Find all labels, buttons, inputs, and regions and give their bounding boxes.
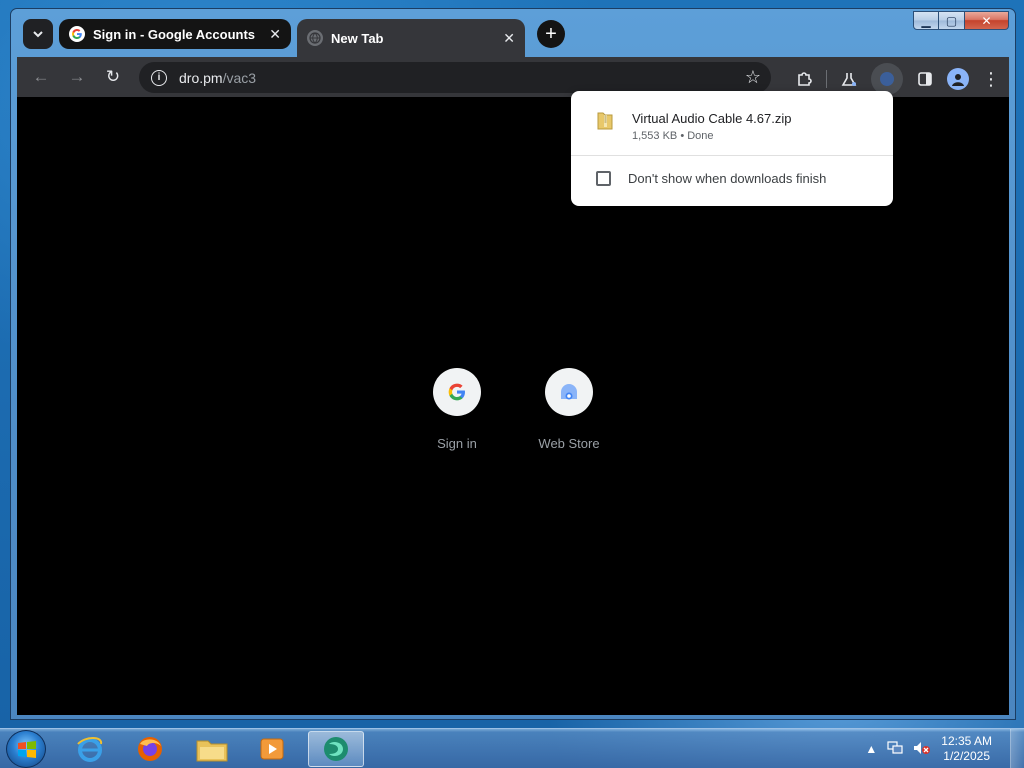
- close-tab-icon[interactable]: ✕: [503, 30, 515, 47]
- new-tab-button[interactable]: +: [537, 20, 565, 48]
- maximize-button[interactable]: ▢: [939, 11, 965, 30]
- tab-search-button[interactable]: [23, 19, 53, 49]
- download-icon: [880, 72, 894, 86]
- more-menu-icon[interactable]: ⋮: [977, 65, 1005, 93]
- shortcut-label: Sign in: [437, 436, 477, 451]
- firefox-icon[interactable]: [122, 731, 178, 767]
- labs-flask-icon[interactable]: [835, 65, 863, 93]
- show-desktop-button[interactable]: [1010, 729, 1024, 768]
- clock[interactable]: 12:35 AM 1/2/2025: [941, 734, 992, 764]
- system-tray: ▲ 12:35 AM 1/2/2025: [865, 729, 1024, 768]
- web-store-icon: [545, 368, 593, 416]
- google-g-icon: [433, 368, 481, 416]
- dont-show-checkbox[interactable]: [596, 171, 611, 186]
- extensions-puzzle-icon[interactable]: [790, 65, 818, 93]
- clock-time: 12:35 AM: [941, 734, 992, 748]
- side-panel-icon[interactable]: [911, 65, 939, 93]
- site-info-icon[interactable]: i: [151, 69, 167, 86]
- back-arrow-icon[interactable]: ←: [27, 63, 55, 91]
- taskbar: ▲ 12:35 AM 1/2/2025: [0, 728, 1024, 768]
- media-player-icon[interactable]: [244, 731, 300, 767]
- download-filename: Virtual Audio Cable 4.67.zip: [632, 111, 792, 126]
- minimize-button[interactable]: ▁: [913, 11, 939, 30]
- tab-new-tab[interactable]: New Tab ✕: [297, 19, 525, 57]
- chevron-down-icon: [33, 31, 43, 38]
- start-button[interactable]: [6, 730, 46, 768]
- toolbar-separator: [826, 70, 827, 88]
- tab-sign-in[interactable]: Sign in - Google Accounts ✕: [59, 19, 291, 49]
- shortcut-label: Web Store: [538, 436, 600, 451]
- shortcut-web-store[interactable]: Web Store: [519, 368, 619, 451]
- active-app-icon[interactable]: [308, 731, 364, 767]
- show-hidden-icons-icon[interactable]: ▲: [865, 742, 877, 756]
- dont-show-label: Don't show when downloads finish: [628, 171, 827, 186]
- internet-explorer-icon[interactable]: [62, 731, 118, 767]
- window-caption-buttons: ▁ ▢ ✕: [913, 11, 1009, 30]
- volume-muted-icon[interactable]: [913, 741, 931, 758]
- tab-title: Sign in - Google Accounts: [93, 26, 256, 42]
- close-window-button[interactable]: ✕: [965, 11, 1009, 30]
- tab-title: New Tab: [331, 30, 384, 46]
- forward-arrow-icon[interactable]: →: [63, 63, 91, 91]
- bookmark-star-icon[interactable]: ☆: [745, 67, 761, 88]
- clock-date: 1/2/2025: [943, 749, 990, 763]
- address-bar[interactable]: i dro.pm/vac3 ☆: [139, 62, 771, 93]
- shortcut-sign-in[interactable]: Sign in: [407, 368, 507, 451]
- network-icon[interactable]: [887, 740, 903, 758]
- zip-file-icon: [597, 112, 613, 130]
- download-status: 1,553 KB • Done: [632, 130, 714, 142]
- profile-avatar-icon[interactable]: [947, 68, 969, 90]
- close-tab-icon[interactable]: ✕: [269, 26, 281, 43]
- download-bubble: Virtual Audio Cable 4.67.zip 1,553 KB • …: [571, 91, 893, 206]
- globe-icon: [307, 30, 323, 46]
- file-explorer-icon[interactable]: [184, 731, 240, 767]
- reload-icon[interactable]: ↻: [99, 63, 127, 91]
- address-bar-url: dro.pm/vac3: [179, 69, 257, 86]
- google-favicon-icon: [69, 26, 85, 42]
- tab-strip: Sign in - Google Accounts ✕ New Tab ✕ +: [17, 15, 877, 57]
- windows-logo-icon: [18, 741, 36, 758]
- download-item[interactable]: Virtual Audio Cable 4.67.zip 1,553 KB • …: [571, 91, 893, 156]
- dont-show-option[interactable]: Don't show when downloads finish: [571, 157, 893, 205]
